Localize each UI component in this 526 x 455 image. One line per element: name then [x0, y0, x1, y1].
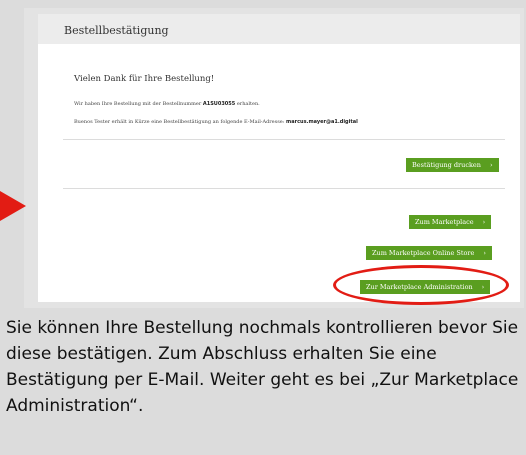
marketplace-label: Zum Marketplace [415, 218, 474, 226]
email-address: marcus.mayer@a1.digital [286, 119, 358, 125]
order-line-suffix: erhalten. [236, 101, 260, 107]
page-header: Bestellbestätigung [38, 14, 520, 44]
caption-box: Sie können Ihre Bestellung nochmals kont… [0, 312, 526, 455]
online-store-label: Zum Marketplace Online Store [372, 249, 475, 257]
divider [63, 139, 505, 140]
chevron-right-icon: › [489, 161, 493, 169]
marketplace-button[interactable]: Zum Marketplace › [409, 215, 492, 229]
order-number-line: Wir haben Ihre Bestellung mit der Bestel… [74, 101, 260, 107]
email-line-prefix: Buenos Tester erhält in Kürze eine Beste… [74, 119, 285, 125]
divider [63, 188, 505, 189]
chevron-right-icon: › [483, 249, 486, 257]
caption-text: Sie können Ihre Bestellung nochmals kont… [6, 318, 519, 416]
red-arrow-icon [0, 191, 26, 221]
online-store-button[interactable]: Zum Marketplace Online Store › [366, 246, 492, 260]
order-confirmation-page: Bestellbestätigung Vielen Dank für Ihre … [38, 14, 520, 302]
print-confirmation-label: Bestätigung drucken [412, 161, 481, 169]
chevron-right-icon: › [482, 218, 486, 226]
print-confirmation-button[interactable]: Bestätigung drucken › [406, 158, 499, 172]
highlight-ellipse [333, 265, 509, 305]
order-line-prefix: Wir haben Ihre Bestellung mit der Bestel… [74, 101, 202, 107]
order-number: A1SU03055 [202, 101, 236, 107]
page-title: Bestellbestätigung [64, 24, 169, 37]
email-confirmation-line: Buenos Tester erhält in Kürze eine Beste… [74, 119, 358, 125]
thank-you-message: Vielen Dank für Ihre Bestellung! [74, 74, 215, 84]
